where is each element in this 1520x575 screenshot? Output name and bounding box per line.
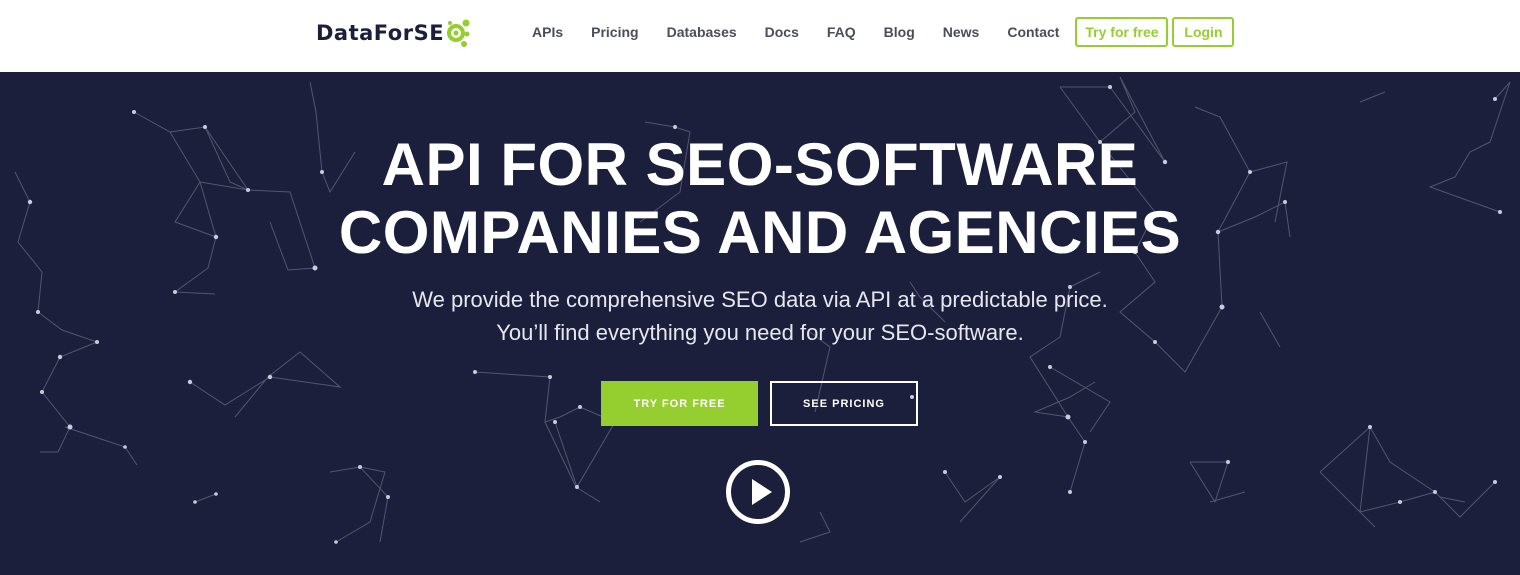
nav-databases[interactable]: Databases xyxy=(667,24,737,40)
nav-docs[interactable]: Docs xyxy=(765,24,799,40)
hero-try-for-free-button[interactable]: TRY FOR FREE xyxy=(601,381,758,426)
hero-subtitle-line1: We provide the comprehensive SEO data vi… xyxy=(412,287,1108,312)
logo-dots-icon xyxy=(447,19,470,47)
hero-headline-line1: API FOR SEO-SOFTWARE xyxy=(381,131,1139,198)
hero-headline-line2: COMPANIES AND AGENCIES xyxy=(338,199,1182,266)
logo-text-se: SE xyxy=(413,21,445,45)
login-button[interactable]: Login xyxy=(1172,17,1235,47)
nav-pricing[interactable]: Pricing xyxy=(591,24,638,40)
hero-section: API FOR SEO-SOFTWARE COMPANIES AND AGENC… xyxy=(0,72,1520,575)
main-nav: APIs Pricing Databases Docs FAQ Blog New… xyxy=(518,0,1235,64)
nav-blog[interactable]: Blog xyxy=(884,24,915,40)
top-navbar: DataForSE APIs Pricing Databases Docs FA… xyxy=(0,0,1520,72)
logo-text-dataforse: DataFor xyxy=(316,21,414,45)
nav-apis[interactable]: APIs xyxy=(532,24,563,40)
play-icon xyxy=(752,479,772,505)
try-for-free-button[interactable]: Try for free xyxy=(1075,17,1169,47)
see-pricing-button[interactable]: SEE PRICING xyxy=(770,381,918,426)
nav-news[interactable]: News xyxy=(943,24,980,40)
hero-subtitle-line2: You’ll find everything you need for your… xyxy=(496,320,1024,345)
nav-faq[interactable]: FAQ xyxy=(827,24,856,40)
play-video-button[interactable] xyxy=(726,460,790,524)
nav-contact[interactable]: Contact xyxy=(1007,24,1059,40)
dataforseo-logo[interactable]: DataForSE xyxy=(316,16,471,50)
